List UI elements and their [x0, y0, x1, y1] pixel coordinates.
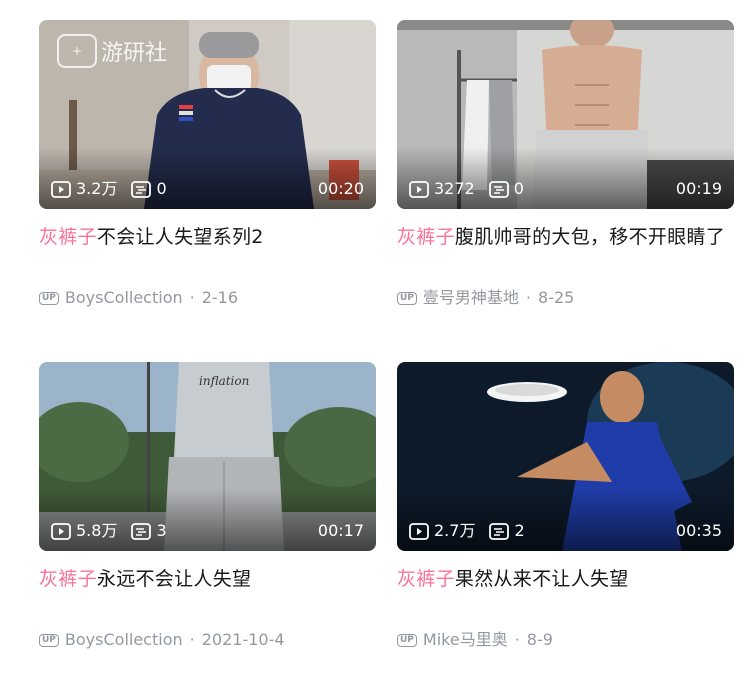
uploader-name[interactable]: Mike马里奥 — [423, 630, 508, 650]
video-thumbnail[interactable]: 3272 0 00:19 — [397, 20, 734, 209]
watermark-text: 游研社 — [101, 41, 168, 66]
title-text: 腹肌帅哥的大包，移不开眼睛了 — [454, 226, 726, 248]
comment-count-text: 0 — [513, 179, 524, 198]
video-thumbnail[interactable]: + 游研社 3.2万 0 00:20 — [39, 20, 376, 209]
comment-count: 3 — [131, 521, 167, 541]
play-icon — [51, 522, 71, 540]
uploader-name[interactable]: 壹号男神基地 — [423, 288, 519, 308]
video-duration: 00:17 — [317, 521, 364, 540]
thumbnail-gradient — [39, 147, 376, 209]
meta-separator: · — [514, 630, 520, 649]
title-text: 果然从来不让人失望 — [454, 568, 629, 590]
danmaku-icon — [131, 522, 152, 540]
thumbnail-gradient — [397, 147, 734, 209]
upload-date: 8-9 — [526, 630, 553, 649]
video-stats: 5.8万 3 — [51, 521, 181, 541]
view-count: 3272 — [409, 179, 475, 199]
play-icon — [409, 522, 429, 540]
watermark: + 游研社 — [57, 34, 167, 68]
video-duration: 00:35 — [675, 521, 722, 540]
view-count: 5.8万 — [51, 521, 117, 541]
upload-date: 8-25 — [538, 288, 575, 307]
view-count: 2.7万 — [409, 521, 475, 541]
shirt-print-text: inflation — [199, 374, 250, 388]
uploader-name[interactable]: BoysCollection — [65, 288, 183, 308]
up-badge-icon: UP — [39, 633, 59, 647]
video-card-3[interactable]: inflation 5.8万 3 00:17 灰裤子永远不会让人失望 UP Bo… — [39, 362, 376, 662]
danmaku-icon — [488, 180, 509, 198]
view-count-text: 3.2万 — [76, 179, 118, 198]
title-keyword: 灰裤子 — [39, 568, 97, 590]
video-card-4[interactable]: 2.7万 2 00:35 灰裤子果然从来不让人失望 UP Mike马里奥 · 8… — [397, 362, 734, 662]
danmaku-icon — [489, 522, 510, 540]
video-meta: UP BoysCollection · 2021-10-4 — [39, 630, 285, 650]
title-text: 不会让人失望系列2 — [96, 226, 264, 248]
up-badge-icon: UP — [397, 633, 417, 647]
meta-separator: · — [189, 630, 195, 649]
video-title[interactable]: 灰裤子永远不会让人失望 — [39, 564, 376, 594]
view-count: 3.2万 — [51, 179, 117, 199]
video-stats: 3.2万 0 — [51, 179, 181, 199]
comment-count: 0 — [488, 179, 524, 199]
up-badge-icon: UP — [39, 291, 59, 305]
thumbnail-gradient — [397, 489, 734, 551]
comment-count: 2 — [489, 521, 525, 541]
video-meta: UP BoysCollection · 2-16 — [39, 288, 238, 308]
view-count-text: 3272 — [434, 179, 475, 198]
comment-count-text: 0 — [156, 179, 167, 198]
video-thumbnail[interactable]: inflation 5.8万 3 00:17 — [39, 362, 376, 551]
video-title[interactable]: 灰裤子果然从来不让人失望 — [397, 564, 734, 594]
thumbnail-gradient — [39, 489, 376, 551]
video-stats: 2.7万 2 — [409, 521, 539, 541]
view-count-text: 2.7万 — [434, 521, 476, 540]
meta-separator: · — [189, 288, 195, 307]
video-duration: 00:19 — [675, 179, 722, 198]
video-title[interactable]: 灰裤子不会让人失望系列2 — [39, 222, 376, 252]
play-icon — [51, 180, 71, 198]
video-thumbnail[interactable]: 2.7万 2 00:35 — [397, 362, 734, 551]
view-count-text: 5.8万 — [76, 521, 118, 540]
title-text: 永远不会让人失望 — [96, 568, 252, 590]
title-keyword: 灰裤子 — [397, 226, 455, 248]
upload-date: 2021-10-4 — [201, 630, 285, 649]
comment-count-text: 3 — [156, 521, 167, 540]
video-title[interactable]: 灰裤子腹肌帅哥的大包，移不开眼睛了 — [397, 222, 734, 252]
uploader-name[interactable]: BoysCollection — [65, 630, 183, 650]
video-meta: UP Mike马里奥 · 8-9 — [397, 630, 553, 650]
title-keyword: 灰裤子 — [39, 226, 97, 248]
up-badge-icon: UP — [397, 291, 417, 305]
watermark-logo: + — [57, 34, 97, 68]
comment-count: 0 — [131, 179, 167, 199]
meta-separator: · — [525, 288, 532, 307]
video-card-2[interactable]: 3272 0 00:19 灰裤子腹肌帅哥的大包，移不开眼睛了 UP 壹号男神基地… — [397, 20, 734, 320]
comment-count-text: 2 — [514, 521, 525, 540]
upload-date: 2-16 — [201, 288, 239, 307]
video-card-1[interactable]: + 游研社 3.2万 0 00:20 灰裤子不会让人失望系列2 UP BoysC… — [39, 20, 376, 320]
play-icon — [409, 180, 429, 198]
video-duration: 00:20 — [317, 179, 364, 198]
video-meta: UP 壹号男神基地 · 8-25 — [397, 288, 574, 308]
danmaku-icon — [131, 180, 152, 198]
video-stats: 3272 0 — [409, 179, 538, 199]
title-keyword: 灰裤子 — [397, 568, 455, 590]
